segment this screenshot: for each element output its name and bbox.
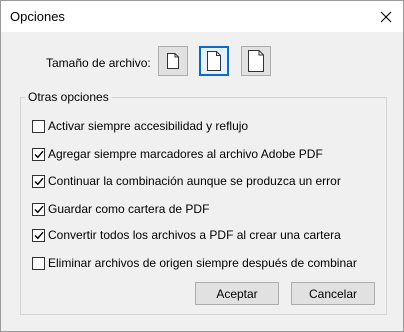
option-label: Agregar siempre marcadores al archivo Ad… xyxy=(48,147,323,161)
option-accessibility-reflow[interactable]: Activar siempre accesibilidad y reflujo xyxy=(32,118,248,134)
medium-page-icon xyxy=(207,51,221,71)
checkbox-continue-on-error[interactable] xyxy=(32,174,45,188)
close-icon xyxy=(380,11,392,23)
checkbox-convert-all-files[interactable] xyxy=(32,228,45,242)
checkbox-save-as-portfolio[interactable] xyxy=(32,202,45,216)
option-add-bookmarks[interactable]: Agregar siempre marcadores al archivo Ad… xyxy=(32,146,323,162)
options-dialog: Opciones Tamaño de archivo: Otras opcion… xyxy=(0,0,404,332)
close-button[interactable] xyxy=(375,6,397,28)
checkmark-icon xyxy=(34,150,44,158)
option-label: Convertir todos los archivos a PDF al cr… xyxy=(48,228,341,242)
file-size-large-button[interactable] xyxy=(241,46,271,76)
cancel-button[interactable]: Cancelar xyxy=(291,282,375,305)
file-size-small-button[interactable] xyxy=(158,46,188,76)
file-size-label: Tamaño de archivo: xyxy=(46,56,151,70)
option-label: Eliminar archivos de origen siempre desp… xyxy=(48,256,357,270)
option-convert-all-files[interactable]: Convertir todos los archivos a PDF al cr… xyxy=(32,227,341,243)
checkmark-icon xyxy=(34,231,44,239)
option-delete-source-files[interactable]: Eliminar archivos de origen siempre desp… xyxy=(32,255,357,271)
option-label: Activar siempre accesibilidad y reflujo xyxy=(48,119,249,133)
checkbox-delete-source-files[interactable] xyxy=(32,256,45,270)
large-page-icon xyxy=(248,50,264,72)
title-bar: Opciones xyxy=(1,1,403,32)
other-options-legend: Otras opciones xyxy=(25,90,112,104)
checkmark-icon xyxy=(34,177,44,185)
accept-button[interactable]: Aceptar xyxy=(195,282,279,305)
small-page-icon xyxy=(167,53,179,69)
option-save-as-portfolio[interactable]: Guardar como cartera de PDF xyxy=(32,201,209,217)
option-continue-on-error[interactable]: Continuar la combinación aunque se produ… xyxy=(32,173,341,189)
checkbox-add-bookmarks[interactable] xyxy=(32,147,45,161)
other-options-group: Otras opciones Activar siempre accesibil… xyxy=(20,90,387,315)
dialog-title: Opciones xyxy=(10,9,65,24)
checkmark-icon xyxy=(34,205,44,213)
option-label: Continuar la combinación aunque se produ… xyxy=(48,174,341,188)
checkbox-accessibility-reflow[interactable] xyxy=(32,119,45,133)
file-size-medium-button[interactable] xyxy=(199,46,229,76)
option-label: Guardar como cartera de PDF xyxy=(48,202,210,216)
file-size-row: Tamaño de archivo: xyxy=(1,46,403,80)
